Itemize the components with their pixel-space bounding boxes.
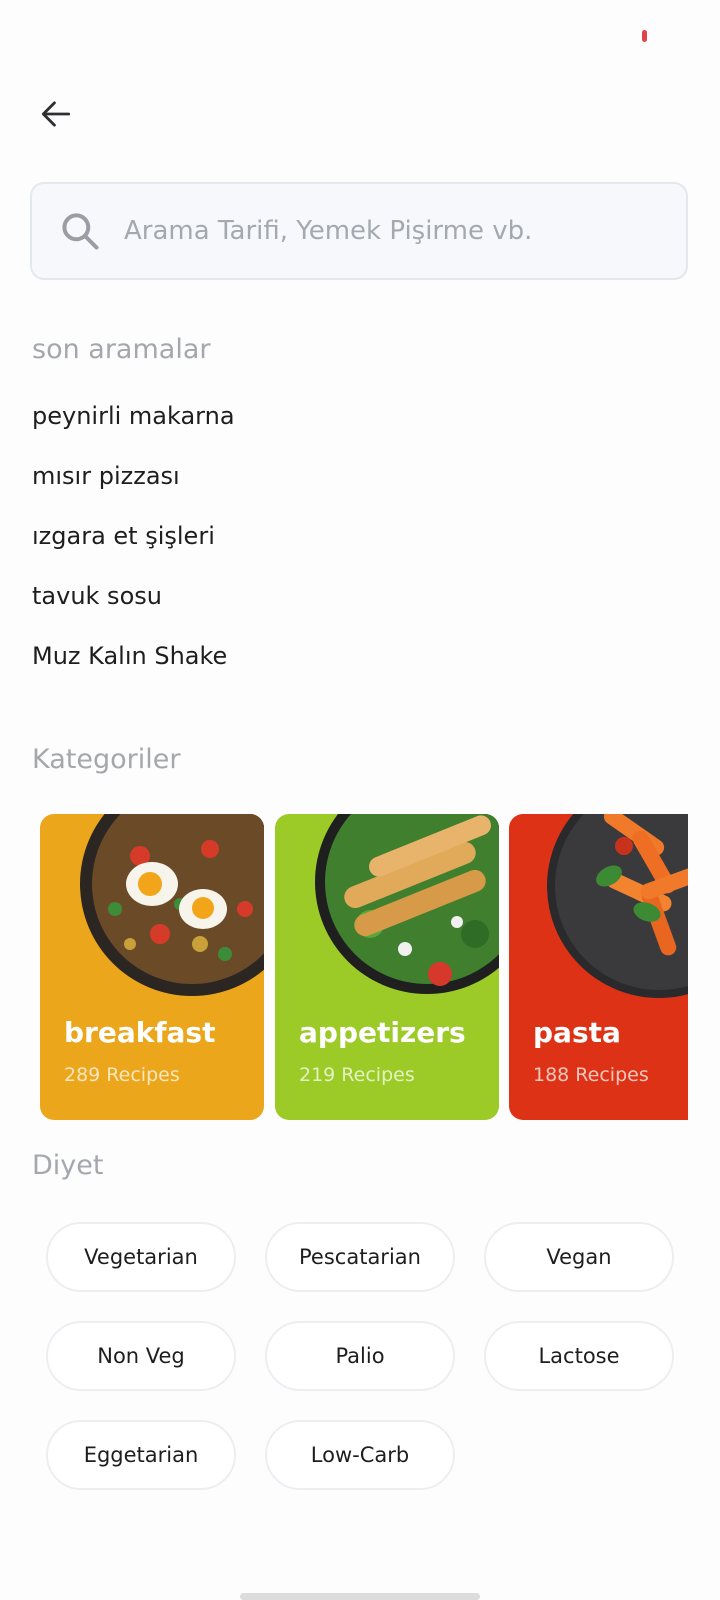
diet-chip[interactable]: Low-Carb [265,1420,455,1490]
recent-search-item[interactable]: mısır pizzası [32,450,235,510]
categories-title: Kategoriler [32,744,181,775]
diet-chip[interactable]: Eggetarian [46,1420,236,1490]
diet-title: Diyet [32,1150,104,1181]
diet-chip[interactable]: Vegan [484,1222,674,1292]
search-icon [56,207,104,255]
back-button[interactable] [30,88,82,140]
categories-carousel[interactable]: breakfast 289 Recipes appetizers 219 Rec… [40,814,688,1120]
search-screen: son aramalar peynirli makarna mısır pizz… [0,0,720,1600]
search-input[interactable] [122,215,666,247]
category-name: pasta [533,1016,621,1049]
recording-indicator [642,30,647,42]
recent-search-item[interactable]: tavuk sosu [32,570,235,630]
category-name: breakfast [64,1016,216,1049]
category-card-pasta[interactable]: pasta 188 Recipes [509,814,688,1120]
recent-search-item[interactable]: Muz Kalın Shake [32,630,235,690]
category-recipe-count: 188 Recipes [533,1064,649,1086]
arrow-left-icon [41,101,71,127]
diet-chip[interactable]: Lactose [484,1321,674,1391]
category-card-breakfast[interactable]: breakfast 289 Recipes [40,814,264,1120]
diet-chip[interactable]: Pescatarian [265,1222,455,1292]
diet-chip[interactable]: Vegetarian [46,1222,236,1292]
diet-chip[interactable]: Palio [265,1321,455,1391]
category-card-appetizers[interactable]: appetizers 219 Recipes [275,814,499,1120]
recent-searches-title: son aramalar [32,334,211,365]
recent-searches-list: peynirli makarna mısır pizzası ızgara et… [32,390,235,690]
home-indicator[interactable] [240,1593,480,1600]
category-recipe-count: 219 Recipes [299,1064,415,1086]
search-bar[interactable] [30,182,688,280]
category-name: appetizers [299,1016,466,1049]
recent-search-item[interactable]: peynirli makarna [32,390,235,450]
category-recipe-count: 289 Recipes [64,1064,180,1086]
recent-search-item[interactable]: ızgara et şişleri [32,510,235,570]
diet-chip[interactable]: Non Veg [46,1321,236,1391]
